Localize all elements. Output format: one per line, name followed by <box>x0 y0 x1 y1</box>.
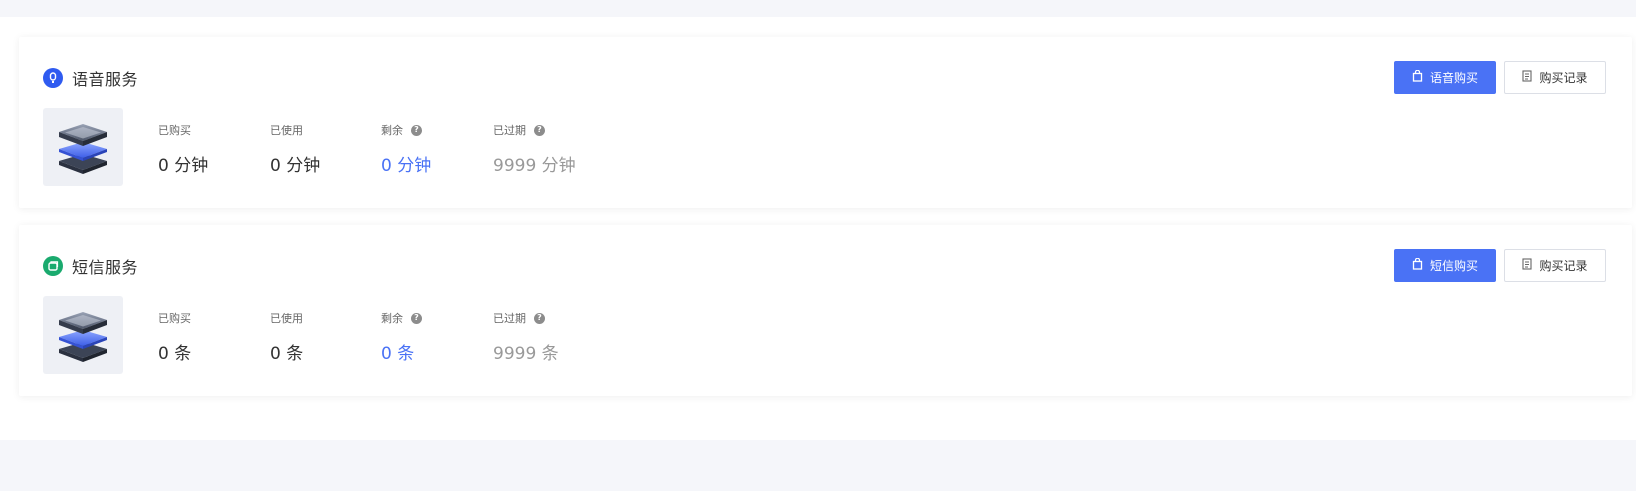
content-area: 语音服务 语音购买 购买记录 已购买 0 分钟 已使用 0 分钟 剩余 ? 0 … <box>0 17 1636 440</box>
voice-expired-value: 9999 分钟 <box>493 156 576 176</box>
help-icon[interactable]: ? <box>411 312 422 324</box>
voice-purchased-stat: 已购买 0 分钟 <box>158 122 208 176</box>
sms-remaining-value: 0 条 <box>381 344 415 364</box>
sms-purchased-label: 已购买 <box>158 312 191 325</box>
sms-remaining-stat: 剩余 ? 0 条 <box>381 310 422 364</box>
voice-expired-label: 已过期 <box>493 124 526 137</box>
microphone-icon <box>43 68 63 88</box>
sms-expired-label: 已过期 <box>493 312 526 325</box>
voice-buy-button[interactable]: 语音购买 <box>1394 61 1496 94</box>
sms-purchase-records-button[interactable]: 购买记录 <box>1504 249 1606 282</box>
layers-stack-icon <box>59 124 107 174</box>
sms-buy-button[interactable]: 短信购买 <box>1394 249 1496 282</box>
sms-service-card: 短信服务 短信购买 购买记录 已购买 0 条 已使用 0 条 剩余 ? 0 条 … <box>19 225 1632 396</box>
sms-buy-label: 短信购买 <box>1429 259 1478 273</box>
shopping-bag-icon <box>1412 257 1423 273</box>
voice-used-value: 0 分钟 <box>270 156 321 176</box>
sms-expired-stat: 已过期 ? 9999 条 <box>493 310 559 364</box>
voice-remaining-value: 0 分钟 <box>381 156 432 176</box>
voice-service-thumbnail <box>43 108 123 186</box>
message-icon <box>43 256 63 276</box>
document-icon <box>1522 70 1533 85</box>
help-icon[interactable]: ? <box>534 124 545 136</box>
sms-purchased-value: 0 条 <box>158 344 192 364</box>
voice-purchased-label: 已购买 <box>158 124 191 137</box>
voice-remaining-label: 剩余 <box>381 124 403 137</box>
voice-card-header: 语音服务 <box>43 66 138 90</box>
voice-purchased-value: 0 分钟 <box>158 156 209 176</box>
shopping-bag-icon <box>1412 69 1423 85</box>
voice-expired-stat: 已过期 ? 9999 分钟 <box>493 122 576 176</box>
help-icon[interactable]: ? <box>411 124 422 136</box>
sms-card-header: 短信服务 <box>43 254 138 278</box>
top-strip <box>0 0 1636 17</box>
voice-purchase-records-button[interactable]: 购买记录 <box>1504 61 1606 94</box>
help-icon[interactable]: ? <box>534 312 545 324</box>
voice-service-title: 语音服务 <box>72 70 139 89</box>
sms-expired-value: 9999 条 <box>493 344 559 364</box>
sms-used-value: 0 条 <box>270 344 304 364</box>
voice-remaining-stat: 剩余 ? 0 分钟 <box>381 122 431 176</box>
voice-used-stat: 已使用 0 分钟 <box>270 122 320 176</box>
layers-stack-icon <box>59 312 107 362</box>
voice-buy-label: 语音购买 <box>1429 71 1478 85</box>
voice-records-label: 购买记录 <box>1539 71 1588 85</box>
sms-service-thumbnail <box>43 296 123 374</box>
document-icon <box>1522 258 1533 273</box>
sms-used-label: 已使用 <box>270 312 303 325</box>
voice-used-label: 已使用 <box>270 124 303 137</box>
voice-service-card: 语音服务 语音购买 购买记录 已购买 0 分钟 已使用 0 分钟 剩余 ? 0 … <box>19 37 1632 208</box>
sms-purchased-stat: 已购买 0 条 <box>158 310 191 364</box>
sms-used-stat: 已使用 0 条 <box>270 310 303 364</box>
sms-records-label: 购买记录 <box>1539 259 1588 273</box>
sms-service-title: 短信服务 <box>72 258 139 277</box>
sms-remaining-label: 剩余 <box>381 312 403 325</box>
